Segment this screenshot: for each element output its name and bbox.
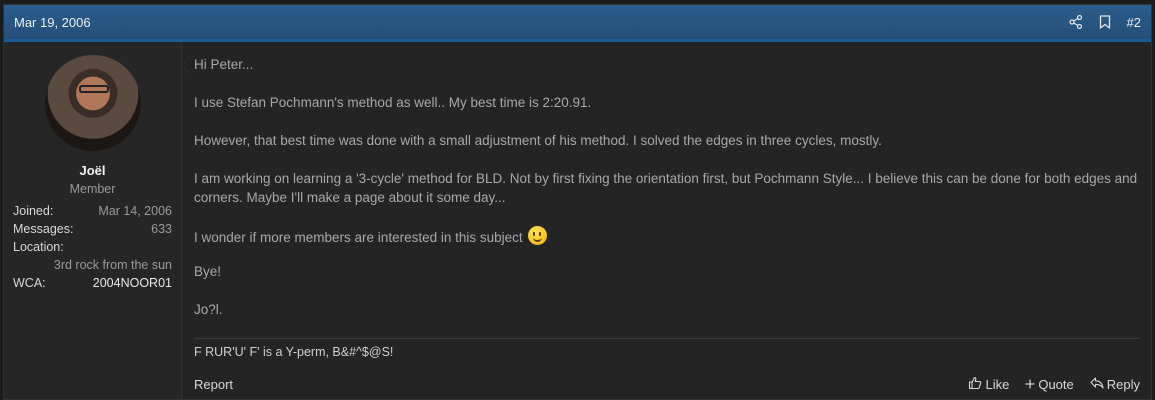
quote-button[interactable]: Quote (1025, 377, 1074, 392)
stat-location-value: 3rd rock from the sun (53, 258, 172, 272)
message-paragraph: Hi Peter... (194, 57, 254, 72)
post-content: Hi Peter... I use Stefan Pochmann's meth… (182, 42, 1151, 399)
thumbs-up-icon (968, 376, 982, 393)
post-actions: Like Quote Reply (968, 376, 1140, 393)
stat-value: 2004NOOR01 (92, 276, 172, 290)
stat-value: 633 (151, 222, 172, 236)
report-link[interactable]: Report (194, 377, 233, 392)
quote-label: Quote (1038, 377, 1074, 392)
stat-location: Location: (13, 238, 172, 256)
plus-icon (1025, 377, 1035, 392)
message-text: I wonder if more members are interested … (194, 230, 523, 245)
stat-value: Mar 14, 2006 (98, 204, 172, 218)
message-paragraph: However, that best time was done with a … (194, 133, 882, 148)
like-label: Like (985, 377, 1010, 392)
reply-label: Reply (1106, 377, 1140, 392)
message-body: Hi Peter... I use Stefan Pochmann's meth… (194, 55, 1140, 319)
stat-label: Messages: (13, 222, 74, 236)
message-paragraph: Jo?l. (194, 302, 223, 317)
post-body: Joël Member Joined: Mar 14, 2006 Message… (4, 42, 1151, 399)
like-button[interactable]: Like (968, 376, 1009, 393)
stat-label: WCA: (13, 276, 46, 290)
signature: F RUR'U' F' is a Y-perm, B&#^$@S! (194, 338, 1140, 359)
stat-messages: Messages: 633 (13, 220, 172, 238)
bookmark-icon[interactable] (1099, 15, 1111, 29)
post-footer: Report Like Quote Reply (194, 376, 1140, 393)
stat-joined: Joined: Mar 14, 2006 (13, 202, 172, 220)
post-number-link[interactable]: #2 (1127, 15, 1141, 30)
username-link[interactable]: Joël (4, 163, 181, 178)
message-paragraph: I use Stefan Pochmann's method as well..… (194, 95, 592, 110)
user-stats: Joined: Mar 14, 2006 Messages: 633 Locat… (4, 202, 181, 292)
smiley-icon (528, 226, 548, 245)
forum-post: Mar 19, 2006 #2 Joël Member Joined: Mar … (3, 4, 1152, 400)
avatar[interactable] (44, 55, 141, 151)
post-header: Mar 19, 2006 #2 (4, 5, 1151, 42)
share-icon[interactable] (1068, 15, 1083, 29)
message-paragraph-with-smiley: I wonder if more members are interested … (194, 226, 1140, 247)
stat-label: Joined: (13, 204, 54, 218)
reply-button[interactable]: Reply (1090, 377, 1140, 392)
post-header-actions: #2 (1068, 15, 1141, 30)
user-sidebar: Joël Member Joined: Mar 14, 2006 Message… (4, 42, 190, 399)
message-paragraph: I am working on learning a '3-cycle' met… (194, 171, 1138, 205)
stat-wca: WCA: 2004NOOR01 (13, 274, 172, 292)
stat-label: Location: (13, 240, 64, 254)
post-date[interactable]: Mar 19, 2006 (14, 15, 91, 30)
reply-icon (1090, 377, 1104, 392)
message-paragraph: Bye! (194, 264, 222, 279)
user-title: Member (69, 182, 116, 196)
